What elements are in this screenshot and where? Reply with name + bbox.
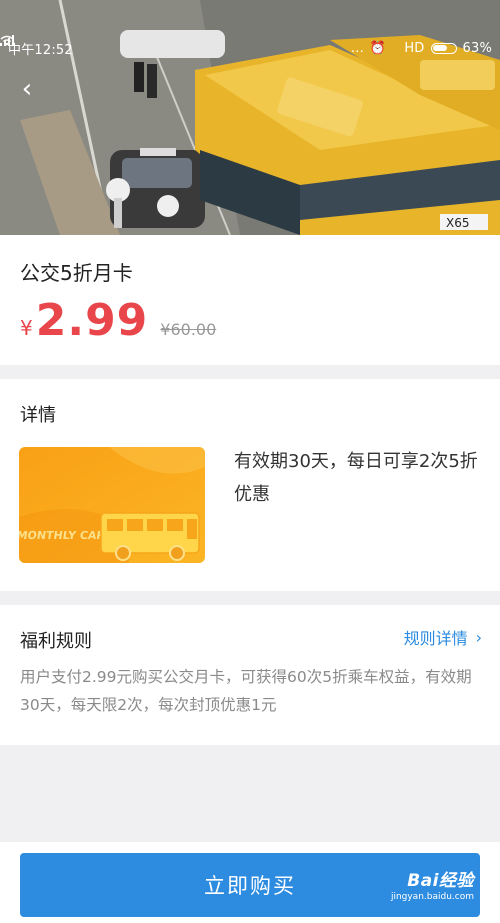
rules-section: 福利规则 规则详情 › 用户支付2.99元购买公交月卡，可获得60次5折乘车权益…: [0, 605, 500, 745]
status-bar: 中午12:52 ... ⏰ HD 63%: [0, 35, 500, 61]
baidu-watermark: Bai经验 jingyan.baidu.com: [391, 866, 474, 902]
alarm-icon: ⏰: [369, 40, 387, 56]
original-price: ¥60.00: [160, 320, 217, 339]
price-value: 2.99: [35, 295, 149, 346]
back-arrow-icon: ‹: [21, 74, 33, 104]
product-card: 公交5折月卡 ¥ 2.99 ¥60.00: [0, 235, 500, 365]
buy-button-label: 立即购买: [204, 874, 296, 898]
signal-label: HD: [404, 40, 425, 56]
details-description: 有效期30天，每日可享2次5折优惠: [234, 451, 478, 505]
battery-icon: [430, 42, 457, 54]
status-time: 中午12:52: [8, 42, 73, 58]
bus-plate: X65: [446, 216, 470, 230]
monthly-card-image: MONTHLY CARD: [19, 447, 205, 563]
chevron-right-icon: ›: [475, 627, 482, 647]
price-row: ¥ 2.99 ¥60.00: [20, 295, 216, 346]
bottom-bar: 立即购买 Bai经验 jingyan.baidu.com: [0, 842, 500, 923]
rules-link-label: 规则详情: [403, 629, 468, 648]
status-icons: ... ⏰ HD 63%: [0, 35, 492, 56]
watermark-brand: Bai经验: [407, 871, 474, 891]
rules-title: 福利规则: [20, 631, 92, 652]
details-title: 详情: [20, 405, 56, 426]
product-title: 公交5折月卡: [20, 261, 133, 285]
hero-image: X65 中午12:52 ... ⏰ HD 63% ‹: [0, 0, 500, 235]
battery-text: 63%: [462, 40, 492, 56]
watermark-url: jingyan.baidu.com: [390, 892, 474, 902]
rules-detail-link[interactable]: 规则详情 ›: [404, 625, 482, 649]
bus-icon: [100, 512, 200, 561]
price-currency: ¥: [20, 316, 33, 340]
back-button[interactable]: ‹: [14, 74, 40, 104]
details-section: 详情 MONTHLY CARD 有效期30天，每日可享2次5折优惠: [0, 379, 500, 591]
status-dots: ...: [350, 40, 364, 56]
rules-text: 用户支付2.99元购买公交月卡，可获得60次5折乘车权益，有效期30天，每天限2…: [20, 668, 472, 714]
